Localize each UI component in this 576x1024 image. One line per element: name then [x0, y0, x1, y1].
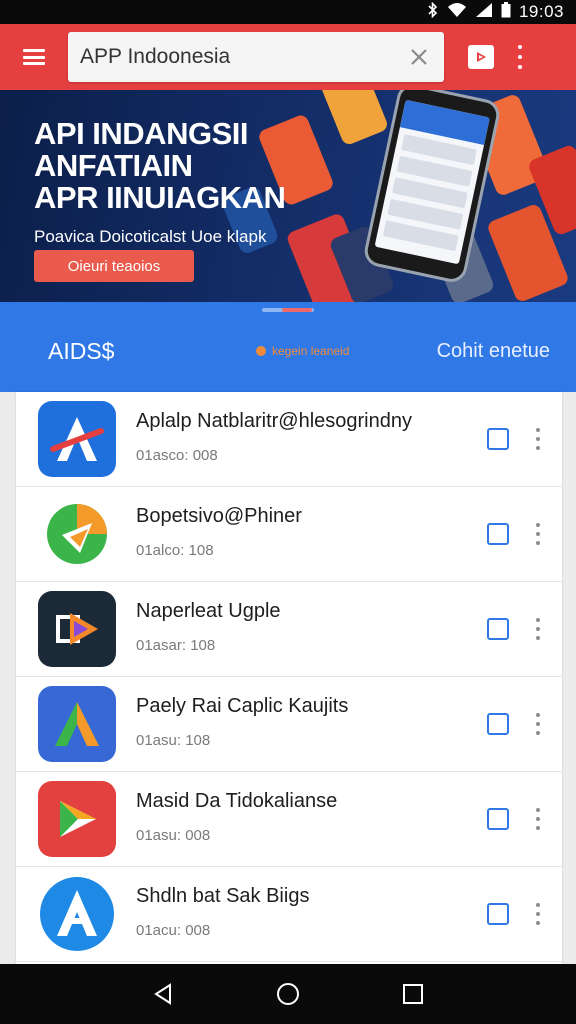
home-icon[interactable]	[273, 979, 303, 1009]
app-meta: 01asu: 008	[136, 827, 211, 844]
bookmark-icon[interactable]	[484, 520, 512, 548]
hamburger-menu-icon[interactable]	[0, 24, 68, 90]
close-icon[interactable]	[406, 44, 432, 70]
search-input[interactable]	[80, 45, 406, 69]
orange-dot-icon	[256, 346, 266, 356]
app-list: Aplalp Natblaritr@hlesogrindny 01asco: 0…	[16, 392, 562, 964]
tab-middle-label: kegein leaneid	[272, 344, 350, 358]
app-name: Masid Da Tidokalianse	[136, 790, 338, 812]
app-icon-green-orange	[38, 496, 116, 572]
bookmark-icon[interactable]	[484, 805, 512, 833]
wifi-icon	[447, 2, 467, 23]
list-item[interactable]: Bopetsivo@Phiner 01alco: 108	[16, 487, 562, 582]
app-icon-dark-play	[38, 591, 116, 667]
bookmark-icon[interactable]	[484, 425, 512, 453]
app-meta: 01asar: 108	[136, 637, 216, 654]
app-icon-red-a	[38, 401, 116, 477]
list-item[interactable]: Shdln bat Sak Biigs 01acu: 008	[16, 867, 562, 962]
top-app-bar	[0, 24, 576, 90]
list-item[interactable]: Masid Da Tidokalianse 01asu: 008	[16, 772, 562, 867]
app-screen: 19:03 APP Indoonesia API INDANGSII ANFAT…	[0, 0, 576, 1024]
more-vertical-icon[interactable]	[534, 618, 542, 640]
app-icon-circle-a	[38, 876, 116, 952]
back-icon[interactable]	[148, 979, 178, 1009]
list-item[interactable]: Naperleat Ugple 01asar: 108	[16, 582, 562, 677]
section-tab-bar: AIDS$ kegein leaneid Cohit enetue	[0, 302, 576, 392]
app-name: Bopetsivo@Phiner	[136, 505, 302, 527]
drag-handle[interactable]	[262, 308, 314, 312]
app-name: Naperleat Ugple	[136, 600, 281, 622]
promo-banner[interactable]: API INDANGSII ANFATIAIN APR IINUIAGKAN P…	[0, 90, 576, 302]
tab-left[interactable]: AIDS$	[48, 338, 114, 365]
tab-middle[interactable]: kegein leaneid	[256, 344, 349, 358]
more-vertical-icon[interactable]	[534, 523, 542, 545]
more-vertical-icon[interactable]	[534, 808, 542, 830]
app-name: Shdln bat Sak Biigs	[136, 885, 310, 907]
banner-title: API INDANGSII ANFATIAIN APR IINUIAGKAN	[34, 116, 286, 215]
app-meta: 01alco: 108	[136, 542, 214, 559]
more-vertical-icon[interactable]	[534, 903, 542, 925]
signal-icon	[475, 2, 493, 23]
app-meta: 01acu: 008	[136, 922, 211, 939]
app-meta: 01asu: 108	[136, 732, 211, 749]
more-vertical-icon[interactable]	[534, 428, 542, 450]
banner-subtitle: Poavica Doicoticalst Uoe klapk	[34, 227, 267, 246]
bookmark-icon[interactable]	[484, 710, 512, 738]
app-icon-red-play	[38, 781, 116, 857]
app-icon-blue-a	[38, 686, 116, 762]
list-item[interactable]: Aplalp Natblaritr@hlesogrindny 01asco: 0…	[16, 392, 562, 487]
play-store-icon[interactable]	[468, 45, 494, 69]
more-vertical-icon[interactable]	[534, 713, 542, 735]
bluetooth-icon	[427, 1, 439, 23]
status-time: 19:03	[518, 2, 564, 21]
status-bar: 19:03	[0, 0, 576, 24]
bookmark-icon[interactable]	[484, 615, 512, 643]
app-meta: 01asco: 008	[136, 447, 218, 464]
search-bar[interactable]	[68, 32, 444, 82]
bookmark-icon[interactable]	[484, 900, 512, 928]
list-item[interactable]: Paely Rai Caplic Kaujits 01asu: 108	[16, 677, 562, 772]
app-name: Aplalp Natblaritr@hlesogrindny	[136, 410, 412, 432]
more-vertical-icon[interactable]	[514, 45, 526, 69]
banner-cta-button[interactable]: Oieuri teaoios	[34, 250, 194, 282]
tab-right[interactable]: Cohit enetue	[437, 340, 550, 363]
battery-icon	[501, 1, 511, 23]
system-nav-bar	[0, 964, 576, 1024]
recents-icon[interactable]	[398, 979, 428, 1009]
app-name: Paely Rai Caplic Kaujits	[136, 695, 349, 717]
